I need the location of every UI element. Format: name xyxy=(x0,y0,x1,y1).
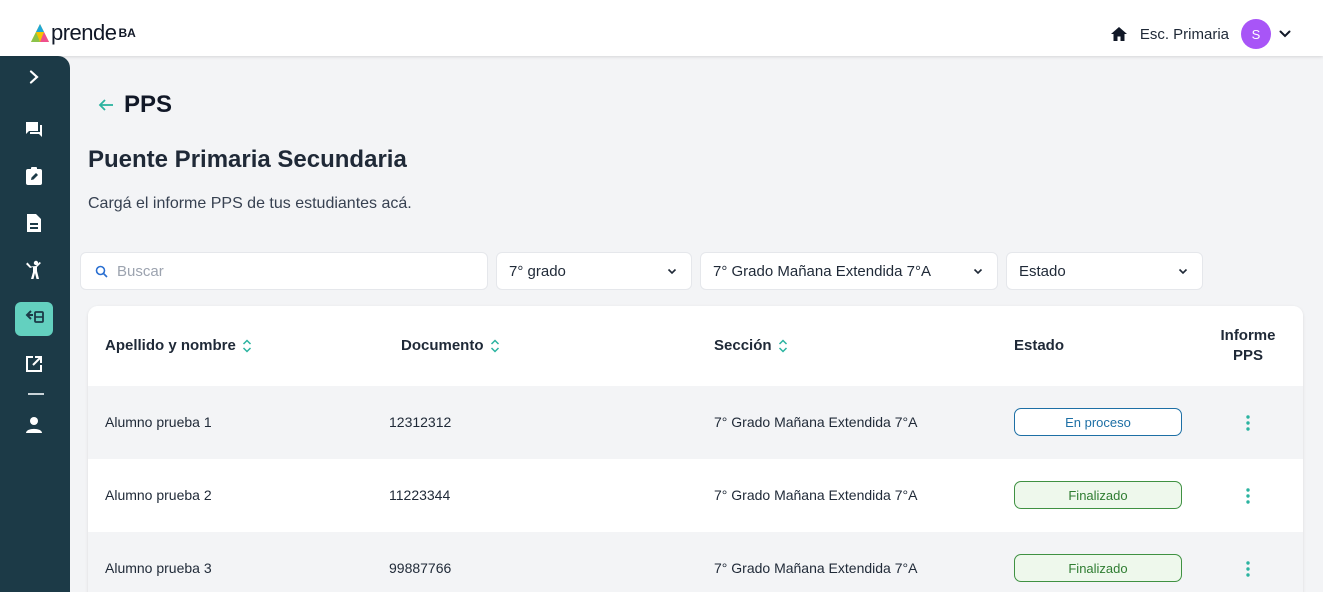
sort-icon[interactable] xyxy=(490,338,502,354)
chevron-down-icon xyxy=(665,264,679,278)
avatar[interactable]: S xyxy=(1241,19,1271,49)
chevron-right-icon xyxy=(28,69,40,89)
students-table: Apellido y nombre Documento Sección Esta… xyxy=(88,306,1303,592)
student-document: 11223344 xyxy=(389,487,451,503)
student-name: Alumno prueba 3 xyxy=(105,560,212,576)
grade-select[interactable]: 7° grado xyxy=(496,252,692,290)
home-icon[interactable] xyxy=(1108,24,1130,44)
chevron-down-icon xyxy=(971,264,985,278)
logo-mark-icon xyxy=(30,22,50,44)
column-header-status-label: Estado xyxy=(1014,337,1065,354)
status-select[interactable]: Estado xyxy=(1006,252,1203,290)
table-row: Alumno prueba 3 99887766 7° Grado Mañana… xyxy=(88,532,1303,592)
back-arrow-icon[interactable] xyxy=(96,95,116,115)
grade-select-value: 7° grado xyxy=(509,262,566,280)
sidebar-item-documents[interactable] xyxy=(15,208,53,242)
more-options-icon[interactable] xyxy=(1238,412,1258,434)
student-section: 7° Grado Mañana Extendida 7°A xyxy=(714,414,918,430)
student-document: 99887766 xyxy=(389,560,452,576)
sidebar-item-profile[interactable] xyxy=(15,410,53,444)
chevron-down-icon xyxy=(1176,264,1190,278)
student-section: 7° Grado Mañana Extendida 7°A xyxy=(714,487,918,503)
transfer-icon xyxy=(24,309,44,330)
status-badge: En proceso xyxy=(1014,408,1182,436)
aprende-ba-logo[interactable]: prende BA xyxy=(30,20,136,46)
student-name: Alumno prueba 2 xyxy=(105,487,212,503)
status-badge: Finalizado xyxy=(1014,554,1182,582)
status-select-value: Estado xyxy=(1019,262,1066,280)
chat-icon xyxy=(24,120,44,143)
search-box xyxy=(80,252,488,290)
column-header-status: Estado xyxy=(1014,337,1064,354)
column-header-report-line2: PPS xyxy=(1232,347,1263,364)
table-row: Alumno prueba 1 12312312 7° Grado Mañana… xyxy=(88,386,1303,459)
document-icon xyxy=(26,213,42,238)
table-row: Alumno prueba 2 11223344 7° Grado Mañana… xyxy=(88,459,1303,532)
sidebar xyxy=(0,56,70,592)
logo-text: prende xyxy=(51,20,117,45)
top-bar: prende BA Esc. Primaria S xyxy=(0,0,1323,56)
sidebar-item-messages[interactable] xyxy=(15,114,53,148)
more-options-icon[interactable] xyxy=(1238,558,1258,580)
external-link-icon xyxy=(25,355,43,378)
more-options-icon[interactable] xyxy=(1238,485,1258,507)
column-header-document[interactable]: Documento xyxy=(401,337,502,354)
section-select[interactable]: 7° Grado Mañana Extendida 7°A xyxy=(700,252,998,290)
sidebar-item-external[interactable] xyxy=(15,349,53,383)
main-content: PPS Puente Primaria Secundaria Cargá el … xyxy=(70,56,1323,592)
person-activity-icon xyxy=(25,260,43,285)
page-subtitle: Cargá el informe PPS de tus estudiantes … xyxy=(88,195,412,212)
sidebar-item-pps[interactable] xyxy=(15,302,53,336)
sidebar-item-tasks[interactable] xyxy=(15,161,53,195)
sort-icon[interactable] xyxy=(778,338,790,354)
sidebar-expand-button[interactable] xyxy=(15,62,53,96)
clipboard-edit-icon xyxy=(25,166,43,191)
search-icon xyxy=(95,264,109,278)
school-name[interactable]: Esc. Primaria xyxy=(1140,26,1229,43)
column-header-document-label: Documento xyxy=(401,337,484,354)
table-header: Apellido y nombre Documento Sección Esta… xyxy=(88,306,1303,386)
column-header-section[interactable]: Sección xyxy=(714,337,790,354)
student-section: 7° Grado Mañana Extendida 7°A xyxy=(714,560,918,576)
chevron-down-icon[interactable] xyxy=(1277,26,1293,42)
sort-icon[interactable] xyxy=(242,338,254,354)
section-select-value: 7° Grado Mañana Extendida 7°A xyxy=(713,262,931,280)
logo-ba: BA xyxy=(118,26,136,40)
column-header-report: Informe PPS xyxy=(1208,326,1288,366)
status-badge: Finalizado xyxy=(1014,481,1182,509)
section-title: PPS xyxy=(124,91,173,118)
user-area: Esc. Primaria S xyxy=(1108,19,1293,49)
user-icon xyxy=(25,416,43,439)
column-header-name-label: Apellido y nombre xyxy=(105,337,236,354)
column-header-name[interactable]: Apellido y nombre xyxy=(105,337,254,354)
column-header-section-label: Sección xyxy=(714,337,772,354)
breadcrumb: PPS xyxy=(96,91,172,119)
sidebar-item-activities[interactable] xyxy=(15,255,53,289)
page-title: Puente Primaria Secundaria xyxy=(88,146,407,173)
search-input[interactable] xyxy=(117,262,477,280)
student-name: Alumno prueba 1 xyxy=(105,414,212,430)
sidebar-divider xyxy=(28,393,44,395)
column-header-report-line1: Informe xyxy=(1220,327,1276,344)
student-document: 12312312 xyxy=(389,414,452,430)
